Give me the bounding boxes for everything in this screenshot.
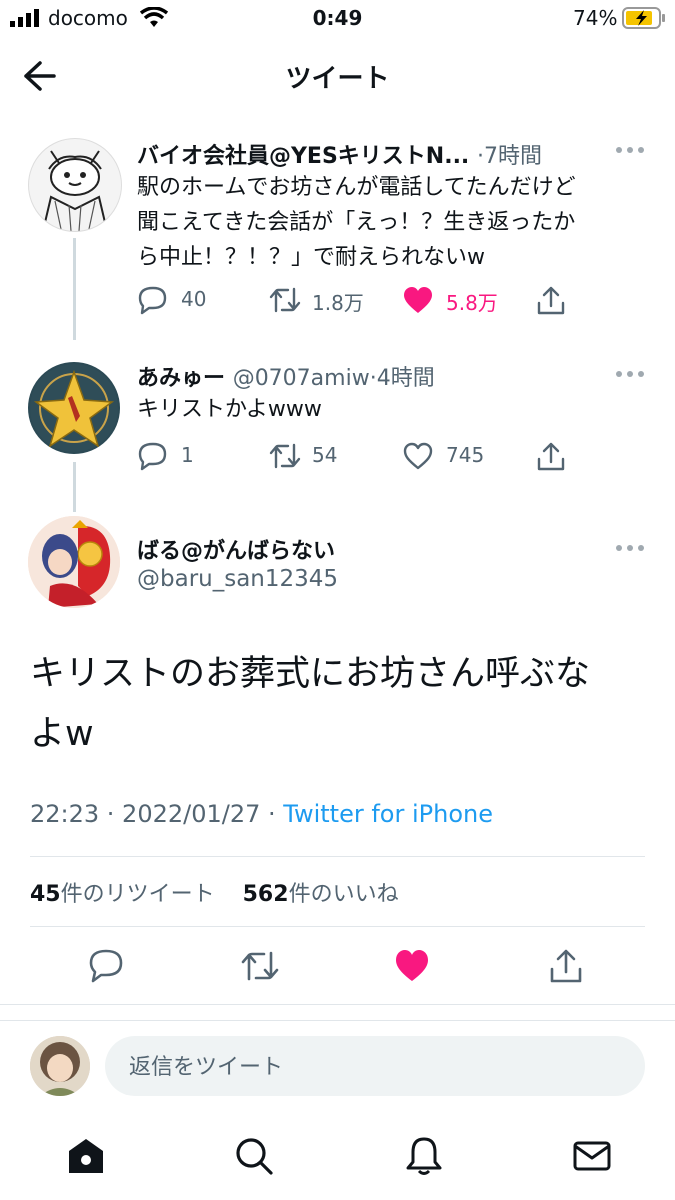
- main-author-name[interactable]: ばる@がんばらない: [137, 533, 335, 565]
- main-tweet-text: キリストのお葬式にお坊さん呼ぶな よw: [30, 644, 640, 764]
- current-user-avatar[interactable]: [30, 1036, 90, 1096]
- reply-count: 1: [181, 443, 194, 467]
- tweet-text-line: キリストかよwww: [137, 397, 322, 422]
- reply-button[interactable]: 40: [137, 285, 237, 315]
- divider: [30, 856, 645, 857]
- home-icon[interactable]: [66, 1136, 106, 1176]
- heart-outline-icon: [403, 442, 433, 470]
- reply-icon[interactable]: [88, 948, 124, 984]
- reply-composer[interactable]: [105, 1036, 645, 1098]
- retweet-count: 54: [312, 443, 338, 467]
- timestamp-text: 22:23 · 2022/01/27 ·: [30, 800, 284, 828]
- more-options-icon[interactable]: [615, 369, 645, 379]
- more-options-icon[interactable]: [615, 543, 645, 553]
- thread-line: [73, 462, 76, 512]
- battery-icon: [622, 7, 665, 29]
- like-button[interactable]: 5.8万: [402, 285, 512, 315]
- reply-icon: [138, 286, 167, 315]
- tweet-author-name[interactable]: バイオ会社員@YESキリストN... ·7時間: [137, 138, 542, 170]
- main-author-handle[interactable]: @baru_san12345: [137, 566, 338, 592]
- heart-filled-icon: [404, 287, 432, 313]
- heart-filled-icon[interactable]: [394, 948, 430, 984]
- retweet-icon[interactable]: [240, 948, 280, 984]
- retweet-button[interactable]: 54: [268, 441, 378, 471]
- tweet-text-line: 聞こえてきた会話が「えっ！？生き返ったか: [137, 210, 576, 235]
- like-count: 745: [446, 443, 485, 467]
- notifications-bell-icon[interactable]: [404, 1136, 444, 1176]
- tweet-age: ·7時間: [476, 144, 542, 169]
- author-handle: @0707amiw: [232, 366, 370, 391]
- like-count: 5.8万: [446, 291, 498, 315]
- tweet-author-name[interactable]: あみゅー @0707amiw·4時間: [137, 360, 435, 392]
- thread-line: [73, 238, 76, 340]
- share-icon[interactable]: [548, 948, 584, 984]
- avatar[interactable]: [28, 362, 120, 454]
- retweet-button[interactable]: 1.8万: [268, 285, 378, 315]
- reply-input[interactable]: [127, 1036, 621, 1098]
- divider: [0, 1004, 675, 1005]
- messages-envelope-icon[interactable]: [572, 1136, 612, 1176]
- tweet-age: ·4時間: [369, 366, 435, 391]
- like-button[interactable]: 745: [402, 441, 512, 471]
- tweet-text-line: ら中止！？！？」で耐えられないw: [137, 245, 485, 270]
- star-avatar-image: [30, 364, 118, 452]
- share-icon: [537, 286, 565, 315]
- tweet-timestamp: 22:23 · 2022/01/27 · Twitter for iPhone: [30, 800, 493, 828]
- share-icon: [537, 442, 565, 471]
- share-button[interactable]: [535, 441, 567, 471]
- share-button[interactable]: [535, 285, 567, 315]
- battery-percent: 74%: [573, 6, 618, 30]
- engagement-counts: 45件のリツイート 562件のいいね: [30, 876, 399, 908]
- author-display-name: あみゅー: [137, 366, 226, 391]
- retweet-icon: [269, 287, 301, 313]
- search-icon[interactable]: [234, 1136, 274, 1176]
- divider: [0, 1020, 675, 1021]
- reply-button[interactable]: 1: [137, 441, 237, 471]
- user-avatar-image: [30, 1036, 90, 1096]
- anime-avatar-image: [28, 516, 120, 608]
- retweet-count: 1.8万: [312, 291, 364, 315]
- avatar[interactable]: [28, 516, 120, 608]
- main-tweet-text-line: キリストのお葬式にお坊さん呼ぶな: [30, 654, 591, 694]
- tweet-text: 駅のホームでお坊さんが電話してたんだけど 聞こえてきた会話が「えっ！？生き返った…: [137, 170, 576, 275]
- sketch-avatar-image: [42, 150, 108, 231]
- main-tweet-text-line: よw: [30, 714, 94, 754]
- tweet-text: キリストかよwww: [137, 392, 322, 427]
- retweet-icon: [269, 443, 301, 469]
- source-link[interactable]: Twitter for iPhone: [283, 800, 493, 828]
- more-options-icon[interactable]: [615, 145, 645, 155]
- retweet-count-link[interactable]: 45件のリツイート: [30, 882, 215, 907]
- page-title: ツイート: [285, 64, 390, 94]
- like-count-link[interactable]: 562件のいいね: [243, 882, 399, 907]
- tweet-text-line: 駅のホームでお坊さんが電話してたんだけど: [137, 175, 576, 200]
- status-bar: docomo 0:49 74%: [0, 0, 675, 38]
- divider: [30, 926, 645, 927]
- reply-count: 40: [181, 287, 207, 311]
- reply-icon: [138, 442, 167, 471]
- author-display-name: バイオ会社員@YESキリストN...: [137, 144, 470, 169]
- avatar[interactable]: [28, 138, 122, 232]
